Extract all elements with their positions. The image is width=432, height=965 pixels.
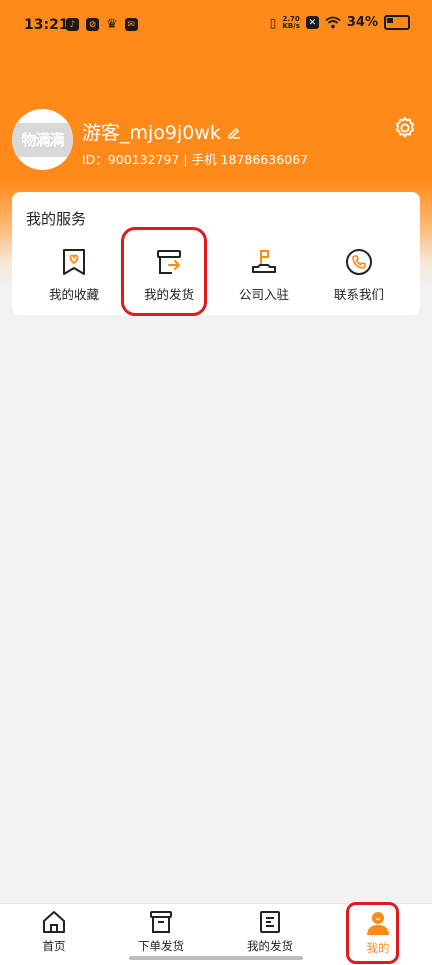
app-icon: ⊘ [86,18,99,31]
battery-icon [384,15,410,30]
service-label: 我的收藏 [48,287,99,302]
battery-level: 34% [346,15,378,30]
user-id-phone: ID：900132797 | 手机 18786636067 [82,152,309,167]
username-text: 游客_mjo9j0wk [82,122,221,144]
wifi-icon [325,16,341,29]
flag-checkin-icon [252,250,276,273]
speed-unit: KB/s [282,21,300,30]
my-services-card: 我的服务 我的收藏 我的发货 公司入驻 联系我们 [12,192,420,315]
highlight-annotation [121,227,207,316]
tab-label: 下单发货 [138,939,184,953]
home-indicator[interactable] [129,956,303,960]
status-bar: 13:21 ♪ ⊘ ♛ ✉ ▯ 2.70 KB/s ✕ 34% [0,0,432,50]
services-title: 我的服务 [26,210,87,228]
network-speed: 2.70 KB/s [282,15,300,30]
status-right: ▯ 2.70 KB/s ✕ 34% [270,15,410,30]
vibrate-icon: ▯ [269,15,277,30]
phone-icon [346,249,372,275]
service-company-join[interactable]: 公司入驻 [224,248,304,308]
tiktok-icon: ♪ [66,18,79,31]
service-favorites[interactable]: 我的收藏 [34,248,114,308]
service-label: 联系我们 [333,287,384,302]
status-time: 13:21 [24,17,69,33]
service-contact-us[interactable]: 联系我们 [319,248,399,308]
bookmark-heart-icon [63,249,85,275]
message-icon: ✉ [124,18,138,31]
home-icon [43,911,65,933]
username[interactable]: 游客_mjo9j0wk [82,118,241,145]
tab-home[interactable]: 首页 [9,910,99,954]
edit-icon[interactable] [227,125,241,139]
sim-off-icon: ✕ [305,16,319,29]
avatar-logo: 物满满 [12,122,73,157]
settings-gear-icon[interactable] [392,115,418,141]
order-box-icon [150,911,172,933]
service-label: 公司入驻 [238,287,289,302]
crown-icon: ♛ [106,17,118,32]
highlight-annotation-tab [346,902,399,964]
avatar[interactable]: 物满满 [12,109,73,170]
tab-my-shipments[interactable]: 我的发货 [225,910,315,954]
list-icon [260,911,280,933]
tab-label: 我的发货 [247,939,293,953]
tab-label: 首页 [42,939,66,953]
status-notification-icons: ♪ ⊘ ♛ ✉ [66,17,138,32]
tab-place-order[interactable]: 下单发货 [116,910,206,954]
